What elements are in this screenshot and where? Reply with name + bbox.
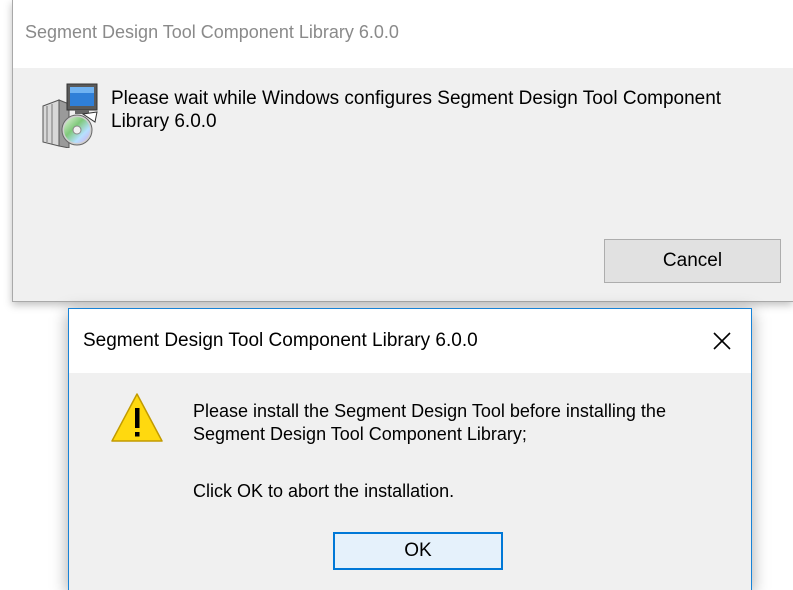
configuring-dialog-titlebar: Segment Design Tool Component Library 6.… — [13, 0, 793, 68]
configuring-dialog-title: Segment Design Tool Component Library 6.… — [25, 22, 399, 42]
configuring-message: Please wait while Windows configures Seg… — [111, 88, 722, 132]
alert-dialog-title: Segment Design Tool Component Library 6.… — [83, 330, 478, 351]
screen: Segment Design Tool Component Library 6.… — [0, 0, 793, 590]
close-icon — [713, 332, 731, 350]
configuring-dialog: Segment Design Tool Component Library 6.… — [12, 0, 793, 302]
ok-button[interactable]: OK — [333, 532, 503, 570]
warning-icon — [110, 392, 164, 444]
close-button[interactable] — [699, 321, 745, 361]
alert-message: Please install the Segment Design Tool b… — [193, 401, 666, 444]
prerequisite-alert-dialog: Segment Design Tool Component Library 6.… — [68, 308, 752, 590]
alert-instruction: Click OK to abort the installation. — [193, 481, 455, 501]
alert-dialog-titlebar: Segment Design Tool Component Library 6.… — [69, 309, 751, 373]
cancel-button[interactable]: Cancel — [604, 239, 781, 283]
installer-package-icon — [39, 82, 101, 149]
